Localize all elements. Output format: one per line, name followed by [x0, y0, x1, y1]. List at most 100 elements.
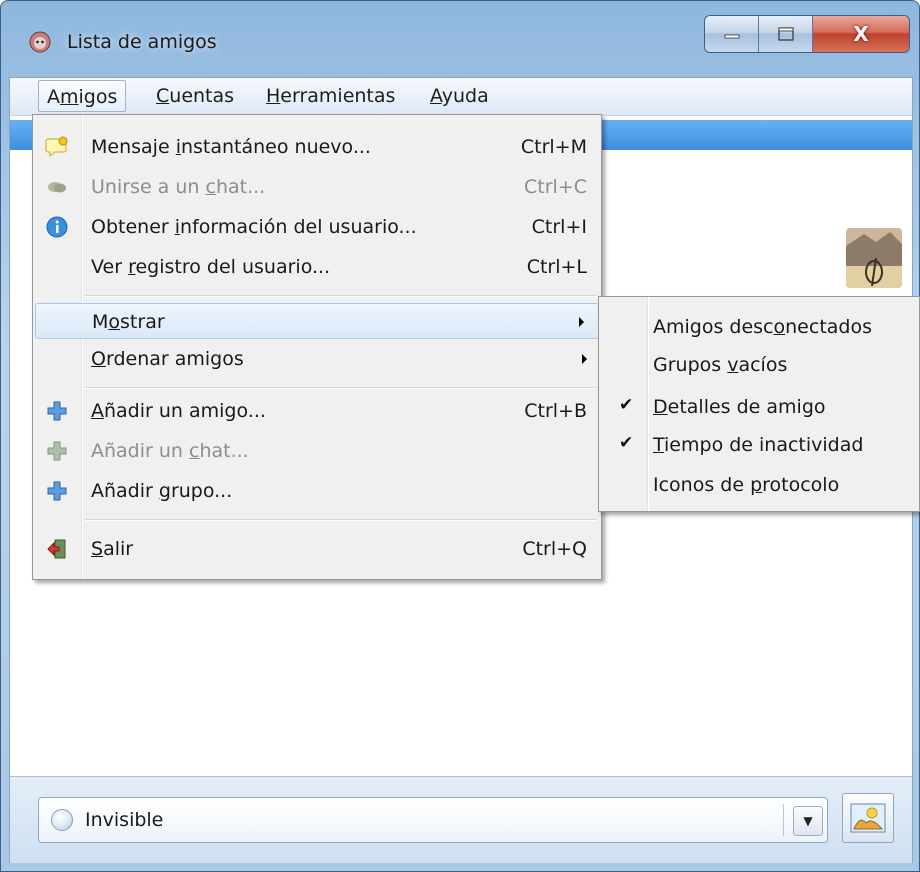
menu-label: A — [47, 86, 60, 108]
maximize-icon — [777, 27, 794, 41]
info-icon — [46, 216, 68, 238]
item-label: hat... — [215, 176, 266, 198]
item-label: rdenar amigos — [105, 348, 244, 370]
caption-buttons: X — [704, 15, 910, 53]
shortcut-label: Ctrl+L — [526, 256, 587, 278]
mostrar-submenu: Amigos desconectados Grupos vacíos ✔ Det… — [598, 296, 920, 512]
add-icon — [47, 441, 67, 461]
menu-bar: Amigos Cuentas Herramientas Ayuda — [10, 78, 912, 116]
menu-separator — [85, 387, 597, 389]
item-label: Unirse a un — [91, 176, 206, 198]
item-label: strar — [120, 311, 165, 333]
status-dropdown-button[interactable]: ▼ — [793, 806, 823, 836]
buddy-avatar[interactable] — [846, 228, 902, 288]
item-label: alir — [103, 538, 134, 560]
submenu-item-empty-groups[interactable]: Grupos vacíos — [599, 347, 919, 383]
menu-item-sort-buddies[interactable]: Ordenar amigos — [33, 341, 601, 377]
item-mnemonic: A — [91, 400, 104, 422]
invisible-status-icon — [51, 809, 73, 831]
item-mnemonic: D — [653, 396, 668, 418]
item-label: Iconos de — [653, 474, 751, 496]
item-label: Añadir un — [91, 440, 189, 462]
shortcut-label: Ctrl+C — [524, 176, 587, 198]
status-area: Invisible ▼ — [10, 776, 912, 863]
menu-separator — [85, 295, 597, 297]
item-label: egistro del usuario... — [135, 256, 331, 278]
item-mnemonic: g — [158, 480, 171, 502]
close-icon: X — [853, 22, 869, 46]
menu-item-add-chat: Añadir un chat... — [33, 433, 601, 469]
status-text: Invisible — [85, 809, 164, 831]
menu-item-new-instant-message[interactable]: Mensaje instantáneo nuevo... Ctrl+M — [33, 129, 601, 165]
menu-mnemonic: C — [156, 85, 170, 107]
shortcut-label: Ctrl+I — [531, 216, 587, 238]
check-icon: ✔ — [619, 395, 634, 415]
menu-label: uentas — [169, 85, 235, 107]
item-label: ñadir un amigo... — [104, 400, 266, 422]
item-mnemonic: o — [773, 316, 786, 338]
status-selector[interactable]: Invisible ▼ — [38, 797, 828, 843]
submenu-item-protocol-icons[interactable]: Iconos de protocolo — [599, 467, 919, 503]
menu-cuentas[interactable]: Cuentas — [148, 80, 242, 112]
item-mnemonic: S — [91, 538, 104, 560]
menu-item-get-user-info[interactable]: Obtener información del usuario... Ctrl+… — [33, 209, 601, 245]
submenu-arrow-icon — [579, 317, 584, 327]
menu-item-view-user-log[interactable]: Ver registro del usuario... Ctrl+L — [33, 249, 601, 285]
item-label: Mensaje — [91, 136, 176, 158]
item-mnemonic: c — [205, 176, 216, 198]
submenu-item-buddy-details[interactable]: ✔ Detalles de amigo — [599, 389, 919, 425]
menu-ayuda[interactable]: Ayuda — [422, 80, 497, 112]
exit-icon — [47, 539, 66, 559]
menu-item-add-buddy[interactable]: Añadir un amigo... Ctrl+B — [33, 393, 601, 429]
menu-amigos[interactable]: Amigos — [38, 80, 127, 112]
item-label: Grupos — [653, 354, 728, 376]
item-label: rupo... — [170, 480, 233, 502]
minimize-icon — [724, 34, 739, 39]
menu-label: erramientas — [280, 85, 396, 107]
minimize-button[interactable] — [705, 16, 759, 52]
submenu-arrow-icon — [582, 354, 587, 364]
item-label: iempo de inactividad — [664, 434, 864, 456]
submenu-item-idle-time[interactable]: ✔ Tiempo de inactividad — [599, 427, 919, 463]
join-chat-icon — [48, 182, 66, 193]
item-label: Ver — [91, 256, 129, 278]
menu-item-quit[interactable]: Salir Ctrl+Q — [33, 531, 601, 567]
check-icon: ✔ — [619, 433, 634, 453]
item-label: Añadir — [91, 480, 159, 502]
menu-mnemonic: H — [266, 85, 281, 107]
pidgin-app-icon — [29, 31, 51, 53]
item-label: M — [92, 311, 109, 333]
item-mnemonic: T — [653, 434, 665, 456]
item-label: Amigos desc — [653, 316, 774, 338]
item-label: etalles de amigo — [667, 396, 826, 418]
menu-mnemonic: A — [430, 85, 442, 107]
shortcut-label: Ctrl+Q — [522, 538, 587, 560]
item-mnemonic: c — [189, 440, 200, 462]
menu-herramientas[interactable]: Herramientas — [258, 80, 403, 112]
shortcut-label: Ctrl+M — [520, 136, 587, 158]
menu-item-add-group[interactable]: Añadir grupo... — [33, 473, 601, 509]
item-mnemonic: p — [750, 474, 763, 496]
add-icon — [47, 481, 67, 501]
maximize-button[interactable] — [759, 16, 813, 52]
divider — [783, 804, 784, 836]
item-label: hat... — [199, 440, 249, 462]
submenu-item-offline-buddies[interactable]: Amigos desconectados — [599, 309, 919, 345]
shortcut-label: Ctrl+B — [524, 400, 587, 422]
item-label: acíos — [738, 354, 788, 376]
menu-item-mostrar[interactable]: Mostrar — [35, 303, 599, 339]
menu-separator — [85, 519, 597, 521]
item-label: nectados — [785, 316, 872, 338]
item-mnemonic: o — [108, 311, 121, 333]
buddy-icon-button[interactable] — [842, 793, 894, 843]
menu-mnemonic: m — [60, 86, 79, 108]
item-label: nstantáneo nuevo... — [180, 136, 371, 158]
item-label: nformación del usuario... — [180, 216, 417, 238]
menu-item-join-chat: Unirse a un chat... Ctrl+C — [33, 169, 601, 205]
title-bar[interactable]: Lista de amigos X — [1, 1, 920, 81]
close-button[interactable]: X — [813, 16, 909, 52]
add-icon — [47, 401, 67, 421]
window-title: Lista de amigos — [67, 31, 217, 53]
item-label: Obtener — [91, 216, 175, 238]
chevron-down-icon: ▼ — [803, 814, 813, 828]
